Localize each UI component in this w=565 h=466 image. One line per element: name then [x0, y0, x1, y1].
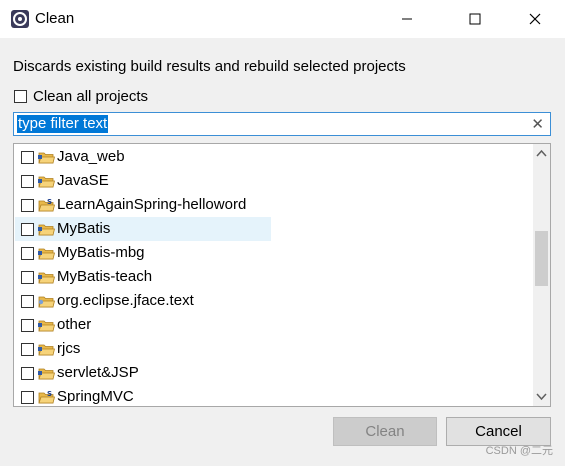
project-list-item[interactable]: S SpringMVC	[15, 385, 271, 406]
project-list-item[interactable]: MyBatis	[15, 217, 271, 241]
project-folder-icon	[38, 344, 55, 356]
project-checkbox[interactable]	[21, 175, 34, 188]
window-title: Clean	[35, 10, 75, 27]
maximize-button[interactable]	[452, 0, 498, 38]
project-list-item[interactable]: JavaSE	[15, 169, 271, 193]
project-checkbox[interactable]	[21, 319, 34, 332]
project-list-item[interactable]: other	[15, 313, 271, 337]
project-list-item[interactable]: MyBatis-mbg	[15, 241, 271, 265]
project-list[interactable]: Java_web JavaSE S LearnAgainSpring-hellowor…	[13, 143, 551, 407]
watermark: CSDN @二元	[485, 445, 553, 457]
project-label: LearnAgainSpring-helloword	[57, 196, 247, 213]
project-checkbox[interactable]	[21, 199, 34, 212]
project-checkbox[interactable]	[21, 271, 34, 284]
close-button[interactable]	[512, 0, 558, 38]
spring-project-icon: S	[38, 198, 55, 212]
scroll-down-icon[interactable]	[535, 392, 548, 402]
clean-all-label[interactable]: Clean all projects	[33, 88, 148, 105]
vertical-scrollbar[interactable]	[533, 144, 550, 406]
maximize-icon	[469, 13, 481, 25]
project-checkbox[interactable]	[21, 247, 34, 260]
project-list-item[interactable]: Java_web	[15, 145, 271, 169]
project-checkbox[interactable]	[21, 223, 34, 236]
project-checkbox[interactable]	[21, 367, 34, 380]
dialog-description: Discards existing build results and rebu…	[13, 58, 406, 75]
close-icon	[529, 13, 541, 25]
filter-input-text[interactable]: type filter text	[17, 115, 109, 133]
project-folder-icon	[38, 368, 55, 380]
project-label: SpringMVC	[57, 388, 134, 405]
project-checkbox[interactable]	[21, 151, 34, 164]
eclipse-icon	[11, 10, 29, 28]
project-list-item[interactable]: org.eclipse.jface.text	[15, 289, 271, 313]
project-folder-icon	[38, 272, 55, 284]
project-list-item[interactable]: S LearnAgainSpring-helloword	[15, 193, 271, 217]
project-folder-icon	[38, 320, 55, 332]
project-list-item[interactable]: rjcs	[15, 337, 271, 361]
filter-input[interactable]: type filter text ✕	[13, 112, 551, 136]
minimize-button[interactable]	[384, 0, 430, 38]
project-label: MyBatis-mbg	[57, 244, 145, 261]
project-label: org.eclipse.jface.text	[57, 292, 194, 309]
scrollbar-thumb[interactable]	[535, 231, 548, 286]
title-bar: Clean	[0, 0, 565, 38]
project-list-item[interactable]: MyBatis-teach	[15, 265, 271, 289]
svg-text:S: S	[47, 198, 52, 206]
project-folder-icon	[38, 152, 55, 164]
spring-project-icon: S	[38, 390, 55, 404]
project-folder-icon	[38, 176, 55, 188]
project-folder-icon	[38, 248, 55, 260]
project-label: servlet&JSP	[57, 364, 139, 381]
project-label: JavaSE	[57, 172, 109, 189]
clear-icon[interactable]: ✕	[531, 115, 544, 133]
project-label: other	[57, 316, 92, 333]
project-label: Java_web	[57, 148, 125, 165]
project-label: MyBatis-teach	[57, 268, 153, 285]
svg-text:S: S	[47, 390, 52, 398]
project-label: rjcs	[57, 340, 81, 357]
clean-button[interactable]: Clean	[333, 417, 437, 446]
minimize-icon	[402, 18, 412, 20]
project-list-item[interactable]: servlet&JSP	[15, 361, 271, 385]
project-checkbox[interactable]	[21, 295, 34, 308]
project-checkbox[interactable]	[21, 391, 34, 404]
plugin-project-icon	[38, 296, 55, 308]
scroll-up-icon[interactable]	[535, 148, 548, 158]
project-folder-icon	[38, 224, 55, 236]
project-checkbox[interactable]	[21, 343, 34, 356]
clean-all-checkbox[interactable]	[14, 90, 27, 103]
project-label: MyBatis	[57, 220, 111, 237]
